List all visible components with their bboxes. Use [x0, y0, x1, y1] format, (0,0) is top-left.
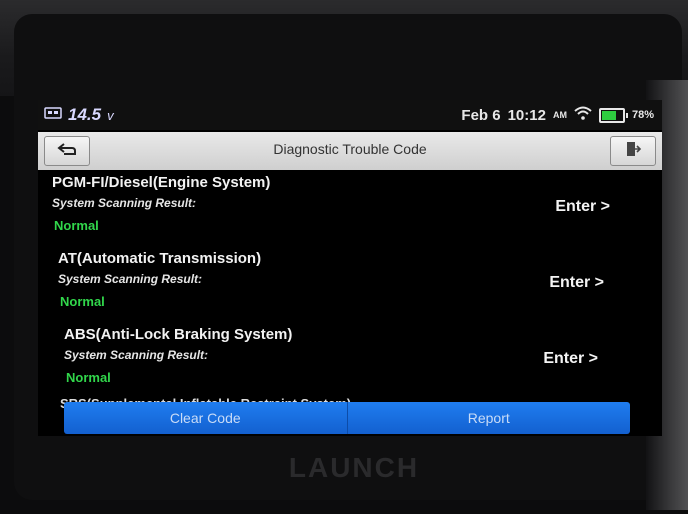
bottom-action-bar: Clear Code Report	[64, 402, 630, 434]
exit-button[interactable]	[610, 136, 656, 166]
system-name: AT(Automatic Transmission)	[58, 250, 262, 267]
battery-fill	[601, 110, 616, 120]
list-item: AT(Automatic Transmission) System Scanni…	[44, 250, 662, 322]
scan-result-value: Normal	[54, 218, 99, 233]
time: 10:12	[507, 106, 546, 124]
title-bar: Diagnostic Trouble Code	[38, 132, 662, 170]
report-button[interactable]: Report	[346, 402, 630, 434]
battery-icon	[598, 107, 628, 123]
enter-button[interactable]: Enter >	[543, 350, 598, 368]
status-right: Feb 6 10:12 AM 78%	[461, 106, 654, 124]
screen: 14.5 v Feb 6 10:12 AM 78% Diagnostic Tro…	[38, 100, 662, 436]
page-title: Diagnostic Trouble Code	[273, 141, 427, 157]
brand-logo: LAUNCH	[288, 452, 420, 483]
scan-result-label: System Scanning Result:	[52, 196, 197, 210]
list-item: PGM-FI/Diesel(Engine System) System Scan…	[38, 174, 662, 246]
wifi-icon	[574, 106, 592, 124]
system-name: ABS(Anti-Lock Braking System)	[64, 326, 293, 343]
battery-percent: 78%	[631, 109, 654, 121]
enter-button[interactable]: Enter >	[555, 198, 610, 216]
enter-button[interactable]: Enter >	[549, 274, 604, 292]
voltage-unit: v	[107, 107, 114, 123]
clear-code-button[interactable]: Clear Code	[64, 402, 347, 434]
scan-result-label: System Scanning Result:	[64, 348, 209, 362]
date: Feb 6	[461, 106, 501, 124]
scan-result-label: System Scanning Result:	[58, 272, 203, 286]
am-pm: AM	[552, 110, 567, 120]
exit-door-icon	[624, 140, 642, 163]
vehicle-icon	[44, 106, 62, 125]
scan-result-value: Normal	[60, 294, 105, 309]
list-item: ABS(Anti-Lock Braking System) System Sca…	[50, 326, 662, 398]
status-bar: 14.5 v Feb 6 10:12 AM 78%	[38, 100, 662, 130]
status-left: 14.5 v	[44, 105, 114, 125]
scan-result-value: Normal	[66, 370, 111, 385]
voltage-value: 14.5	[68, 105, 102, 124]
system-name: PGM-FI/Diesel(Engine System)	[52, 174, 271, 191]
